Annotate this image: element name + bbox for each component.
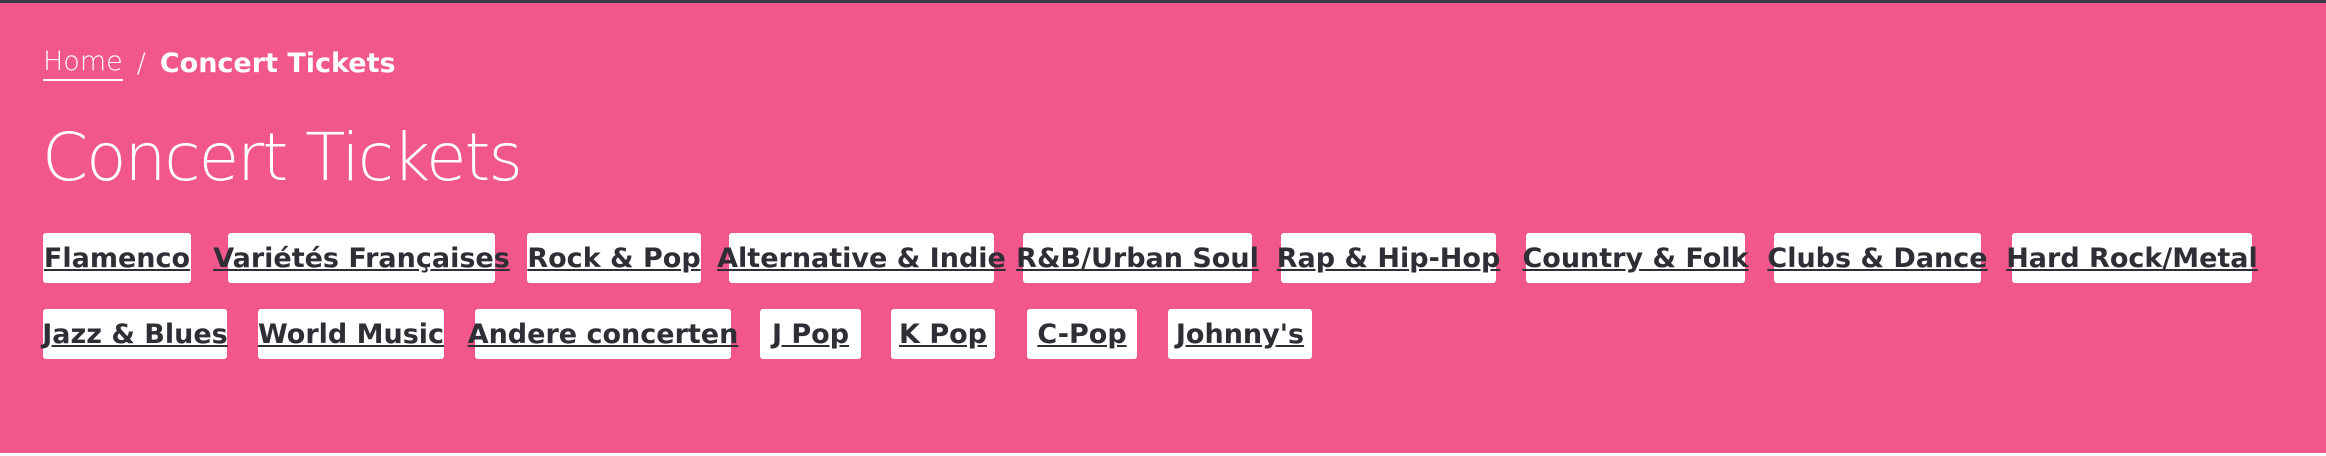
category-tag-clubs-dance[interactable]: Clubs & Dance — [1767, 233, 1988, 283]
category-tag-j-pop[interactable]: J Pop — [760, 309, 861, 359]
breadcrumb: Home / Concert Tickets — [43, 43, 396, 83]
category-tag-varietes-francaises[interactable]: Variétés Françaises — [213, 233, 510, 283]
category-tag-k-pop[interactable]: K Pop — [891, 309, 995, 359]
category-tag-hard-rock-metal[interactable]: Hard Rock/Metal — [2006, 233, 2258, 283]
category-tag-jazz-blues[interactable]: Jazz & Blues — [42, 309, 228, 359]
page-title: Concert Tickets — [42, 119, 523, 196]
breadcrumb-separator: / — [136, 47, 146, 79]
category-tag-world-music[interactable]: World Music — [258, 309, 444, 359]
category-tag-c-pop[interactable]: C-Pop — [1027, 309, 1137, 359]
category-tag-johnnys[interactable]: Johnny's — [1168, 309, 1312, 359]
category-tag-rnb-urban-soul[interactable]: R&B/Urban Soul — [1016, 233, 1259, 283]
category-tag-alternative-indie[interactable]: Alternative & Indie — [717, 233, 1006, 283]
breadcrumb-home-link[interactable]: Home — [43, 46, 123, 81]
category-tag-rap-hip-hop[interactable]: Rap & Hip-Hop — [1277, 233, 1500, 283]
category-tag-flamenco[interactable]: Flamenco — [43, 233, 191, 283]
breadcrumb-current-page: Concert Tickets — [159, 47, 396, 79]
category-tag-rock-pop[interactable]: Rock & Pop — [527, 233, 701, 283]
category-banner: Home / Concert Tickets Concert Tickets F… — [0, 0, 2326, 453]
category-tag-andere-concerten[interactable]: Andere concerten — [468, 309, 738, 359]
category-tag-country-folk[interactable]: Country & Folk — [1522, 233, 1749, 283]
